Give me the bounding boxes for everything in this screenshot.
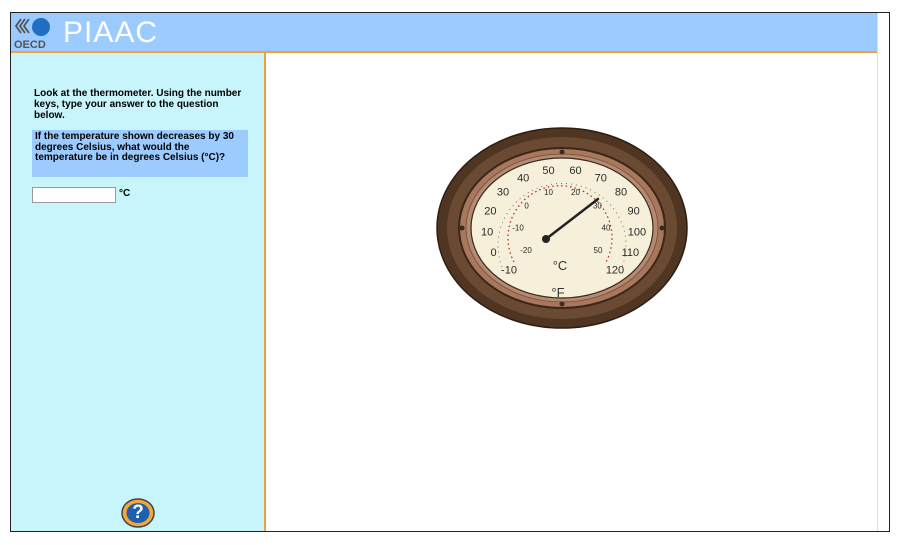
celsius-tick-label: -10 [512,224,524,233]
fahrenheit-tick-label: -10 [501,265,517,277]
fahrenheit-tick-label: 10 [481,227,493,239]
fahrenheit-tick-label: 70 [595,173,607,185]
fahrenheit-tick-label: 100 [628,227,646,239]
needle-hub [542,235,550,243]
oecd-logo-icon: OECD [14,18,50,50]
oecd-brand-text: OECD [14,39,46,50]
stimulus-panel: -10 0 10 20 30 40 50 60 70 80 90 100 110 120 -20 -10 0 1… [266,53,877,531]
fahrenheit-tick-label: 80 [615,187,627,199]
app-window: OECD PIAAC Look at the thermometer. Usin… [10,12,890,532]
app-title: PIAAC [63,16,159,49]
fahrenheit-tick-label: 60 [569,165,581,177]
celsius-tick-label: 10 [544,188,553,197]
celsius-tick-label: 20 [571,188,580,197]
answer-unit-label: °C [119,188,131,199]
question-text: If the temperature shown decreases by 30… [32,130,248,177]
celsius-tick-label: 0 [524,201,529,210]
fahrenheit-tick-label: 0 [491,247,497,259]
help-button-label: ? [132,502,144,523]
fahrenheit-tick-label: 20 [484,205,496,217]
celsius-label: °C [553,258,568,273]
fahrenheit-tick-label: 120 [606,265,624,277]
celsius-tick-label: 40 [602,224,611,233]
help-button[interactable]: ? [121,498,155,528]
celsius-tick-label: 50 [594,246,603,255]
question-sidebar: Look at the thermometer. Using the numbe… [11,53,266,531]
fahrenheit-label: °F [551,285,564,300]
instruction-text: Look at the thermometer. Using the numbe… [34,88,242,121]
thermometer-dial: -1001020304050 60708090100110120 -20-1001… [436,127,688,329]
celsius-tick-label: -20 [520,246,532,255]
fahrenheit-tick-label: 40 [517,173,529,185]
fahrenheit-tick-label: 50 [542,165,554,177]
header-bar: OECD PIAAC [11,13,877,53]
fahrenheit-tick-label: 110 [622,247,640,259]
answer-input[interactable] [32,187,116,203]
fahrenheit-tick-label: 90 [627,205,639,217]
fahrenheit-tick-label: 30 [497,187,509,199]
right-edge-divider [877,13,878,531]
